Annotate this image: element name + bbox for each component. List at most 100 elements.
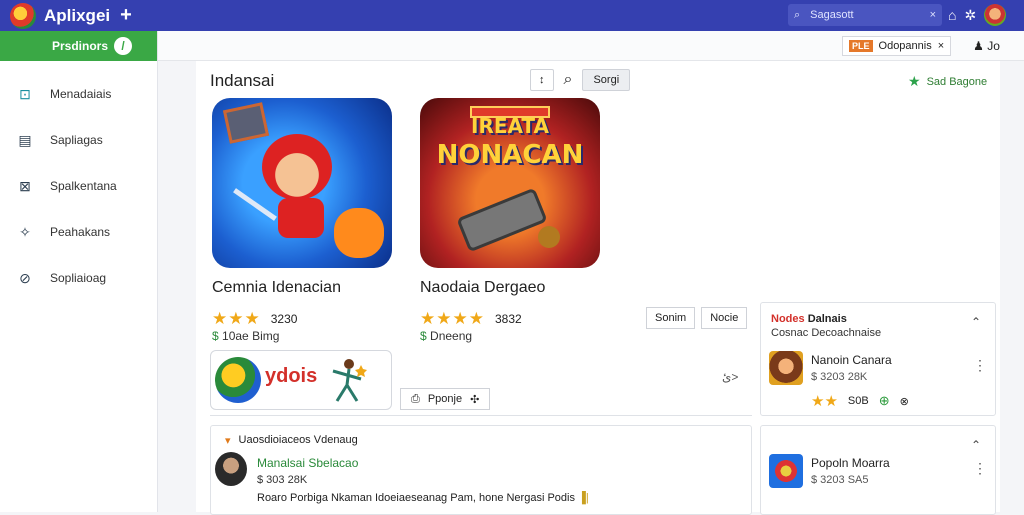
featured-link-label: Sad Bagone [926, 75, 988, 88]
featured-link[interactable]: ★ Sad Bagone [908, 73, 987, 90]
art-title-line-2: NONACAN [436, 140, 584, 170]
game-title-2[interactable]: Naodaia Dergaeo [420, 279, 545, 297]
thumbs-up-icon[interactable]: ⊕ [879, 393, 890, 409]
ad-figure-icon [332, 359, 367, 402]
game-art-2[interactable]: IREATA NONACAN [420, 98, 600, 268]
add-icon[interactable]: + [120, 4, 132, 27]
search-toggle-icon[interactable]: ⌕ [564, 71, 573, 89]
avatar[interactable] [984, 4, 1007, 26]
divider [210, 415, 752, 416]
panel-subheading: Cosnac Decoachnaise [771, 327, 882, 339]
link-icon: ⊘ [19, 269, 31, 286]
game-title-1[interactable]: Cemnia Idenacian [212, 279, 341, 297]
panel-rating: ★★ S0B ⊕ ⊗ [811, 392, 909, 410]
game-thumbnail [769, 351, 803, 385]
notification-badge: PLE [849, 40, 873, 52]
main-content: Indansai ↕ ⌕ Sorgi ★ Sad Bagone IREATA N… [196, 61, 1000, 515]
list-item-meta: $ 3203 SA5 [811, 474, 869, 486]
edit-icon[interactable]: / [114, 37, 132, 55]
rating-stars: ★★★★ [420, 309, 485, 328]
avatar[interactable] [215, 452, 247, 486]
rating-count: 3230 [270, 312, 298, 326]
sidebar-item-2[interactable]: ⊠ Spalkentana [0, 163, 157, 209]
user-menu[interactable]: ♟ Jo [973, 39, 1000, 53]
sword-graphic [233, 188, 277, 221]
page-title: Indansai [210, 71, 275, 90]
notification-area: PLE Odopannis × ♟ Jo [842, 36, 1024, 56]
game-art-1[interactable] [212, 98, 392, 268]
game-rating-2: ★★★★ 3832 [420, 309, 522, 329]
search-clear-icon[interactable]: × [930, 9, 936, 21]
list-item-meta: $ 3203 28K [811, 371, 868, 383]
bomb-graphic [538, 226, 560, 248]
search-icon: ⌕ [794, 8, 801, 21]
comment-meta: $ 303 28K [257, 474, 308, 486]
sidebar-item-1[interactable]: ▤ Sapliagas [0, 117, 157, 163]
attachment-icon[interactable]: ▐| [578, 492, 589, 504]
search-input[interactable]: ⌕ Sagasott × [788, 4, 942, 26]
ad-banner[interactable]: ydois [210, 350, 392, 410]
sub-bar: PLE Odopannis × ♟ Jo [158, 31, 1024, 61]
more-icon[interactable]: ⋮ [973, 460, 987, 477]
ad-page-indicator[interactable]: ئ> [722, 370, 738, 384]
dashboard-icon: ⊡ [19, 85, 31, 102]
right-panel-list: ⌃ Popoln Moarra $ 3203 SA5 ⋮ [760, 425, 996, 515]
price-symbol: $ [212, 329, 219, 343]
collapse-icon[interactable]: ⌃ [971, 315, 981, 329]
game-sub-2: $ Dneeng [420, 329, 472, 343]
prepare-button[interactable]: ⎙ Pponje ✣ [400, 388, 491, 410]
search-placeholder: Sagasott [810, 9, 854, 21]
expand-icon[interactable]: ▾ [225, 434, 231, 447]
toolbar: ↕ ⌕ Sorgi [530, 69, 631, 91]
game-sub-1: $ 10ae Bimg [212, 329, 279, 343]
sidebar-item-label: Sapliagas [50, 133, 103, 147]
user-label: Jo [987, 39, 1000, 53]
filter-button[interactable]: ↕ [530, 69, 554, 91]
sort-button[interactable]: Sorgi [582, 69, 631, 91]
app-logo-icon[interactable] [10, 2, 36, 29]
sidebar-item-4[interactable]: ⊘ Sopliaioag [0, 255, 157, 301]
sidebar-item-label: Spalkentana [50, 179, 117, 193]
puzzle-icon: ✧ [19, 223, 31, 240]
sidebar-item-label: Sopliaioag [50, 271, 107, 285]
list-item[interactable]: Nanoin Canara $ 3203 28K ⋮ [769, 351, 989, 391]
share-icon[interactable]: ⊗ [900, 395, 909, 408]
notification-chip[interactable]: PLE Odopannis × [842, 36, 952, 56]
notification-close-icon[interactable]: × [938, 40, 944, 52]
image-icon: ⊠ [19, 177, 31, 194]
list-item-name: Popoln Moarra [811, 456, 890, 470]
sidebar-item-3[interactable]: ✧ Peahakans [0, 209, 157, 255]
game-thumbnail [769, 454, 803, 488]
comment-author[interactable]: Manalsai Sbelacao [257, 456, 358, 470]
app-title: Aplixgei [44, 5, 111, 25]
sidebar: Prsdinors / ⊡ Menadaiais ▤ Sapliagas ⊠ S… [0, 31, 158, 512]
list-item-name: Nanoin Canara [811, 353, 892, 367]
more-icon[interactable]: ⋮ [973, 357, 987, 374]
comments-panel: ▾ Uaosdioiaceos Vdenaug Manalsai Sbelaca… [210, 425, 752, 515]
collapse-icon[interactable]: ⌃ [971, 438, 981, 452]
crate-graphic [222, 102, 270, 144]
comment-text: Roaro Porbiga Nkaman Idoeiaeseanag Pam, … [257, 492, 589, 504]
star-icon: ★ [908, 73, 921, 89]
settings-icon[interactable]: ✲ [964, 7, 976, 24]
comments-heading-text: Uaosdioiaceos Vdenaug [238, 434, 358, 446]
list-icon: ▤ [18, 131, 32, 148]
action-button-1[interactable]: Sonim [646, 307, 696, 329]
ad-logo-icon [215, 357, 261, 403]
sidebar-item-0[interactable]: ⊡ Menadaiais [0, 71, 157, 117]
rating-stars: ★★ [811, 393, 838, 410]
action-button-2[interactable]: Nocie [701, 307, 748, 329]
move-icon: ✣ [470, 393, 480, 406]
sidebar-item-label: Menadaiais [50, 87, 112, 101]
top-icon-group: ⌂ ✲ [948, 4, 1007, 26]
creature-graphic [334, 208, 384, 258]
hero-head-graphic [262, 134, 332, 200]
rating-stars: ★★★ [212, 309, 261, 328]
action-button-row: Sonim Nocie [646, 307, 748, 329]
notification-icon[interactable]: ⌂ [948, 7, 956, 23]
notification-text: Odopannis [878, 40, 932, 52]
sidebar-header[interactable]: Prsdinors / [0, 31, 157, 61]
top-bar: Aplixgei + ⌕ Sagasott × ⌂ ✲ [0, 0, 1024, 31]
sidebar-item-label: Peahakans [50, 225, 111, 239]
list-item[interactable]: Popoln Moarra $ 3203 SA5 ⋮ [769, 454, 989, 494]
